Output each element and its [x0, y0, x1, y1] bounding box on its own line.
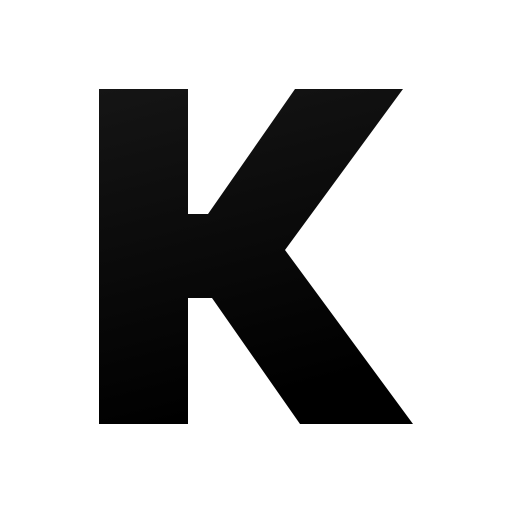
letter-k-icon — [99, 89, 413, 424]
k-shape — [99, 89, 413, 424]
icon-canvas — [0, 0, 512, 512]
